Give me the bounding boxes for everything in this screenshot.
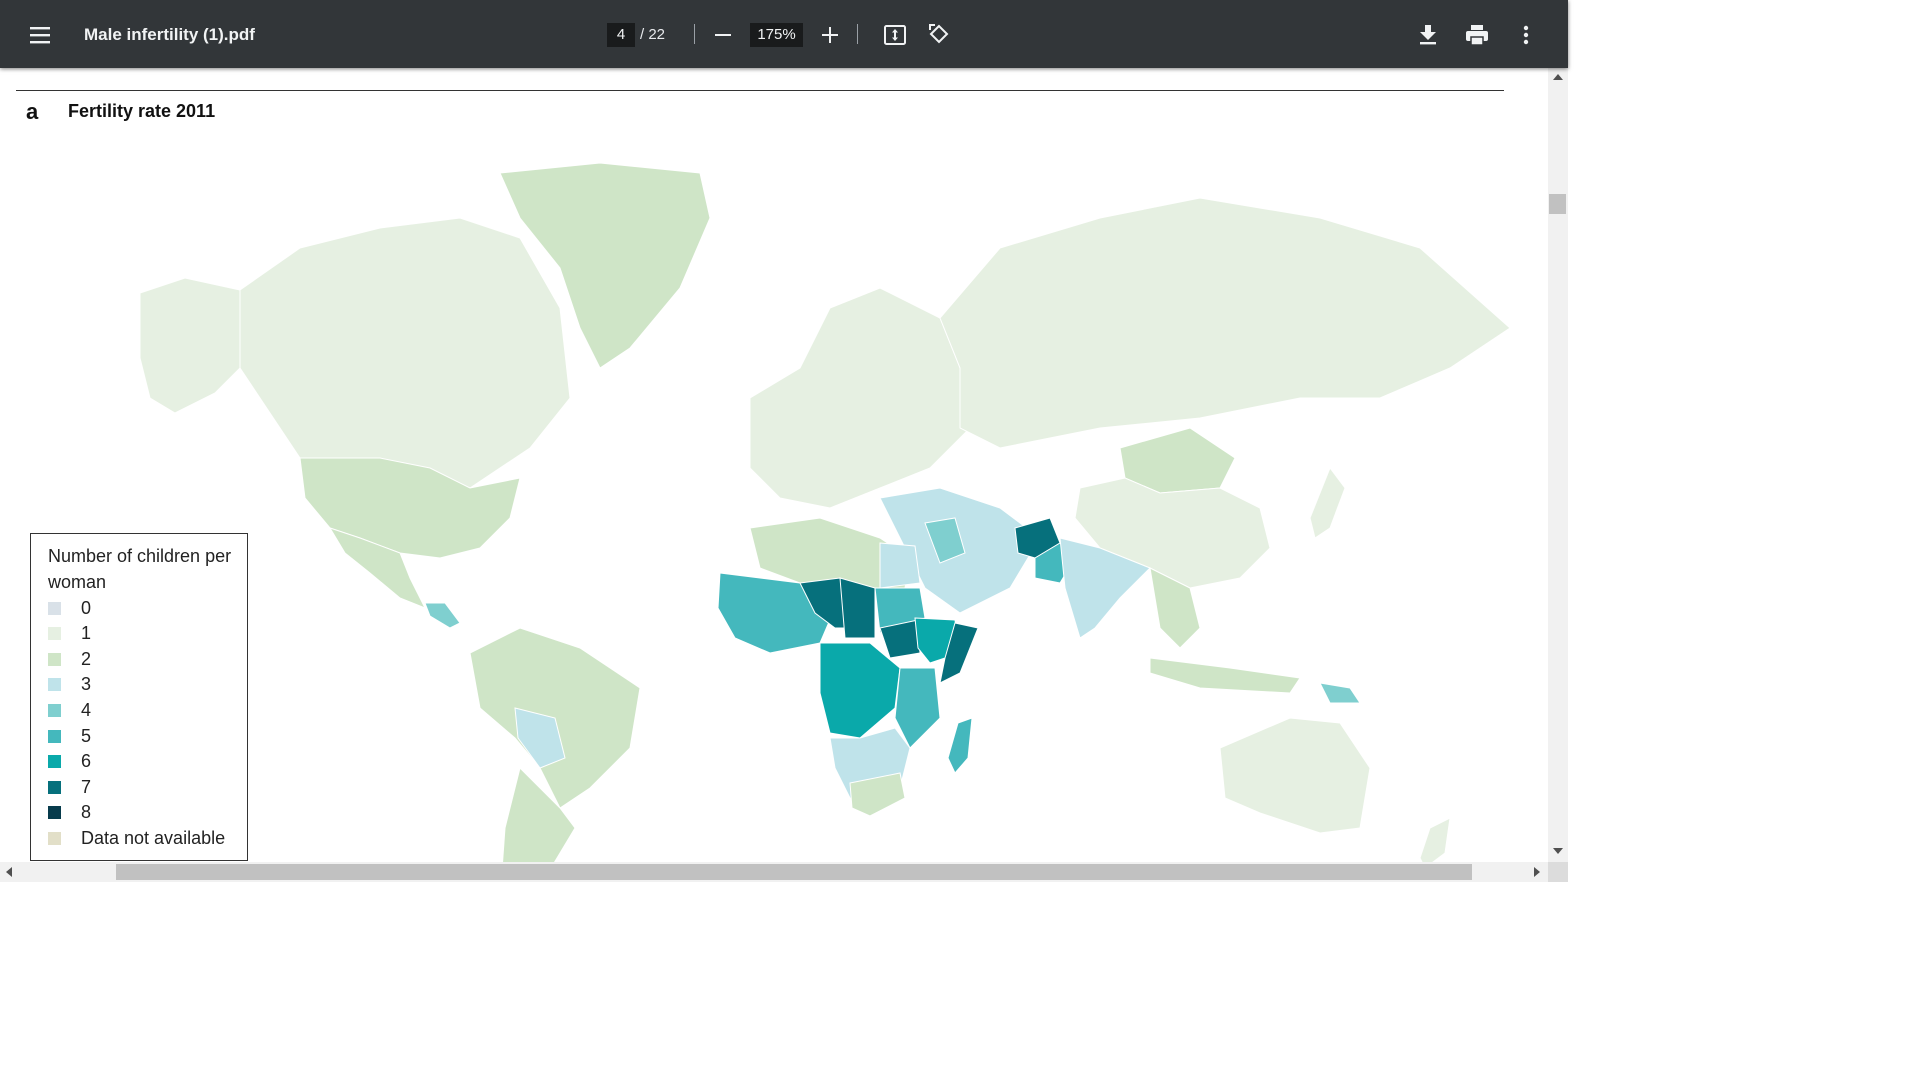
more-vert-icon xyxy=(1523,25,1529,45)
horizontal-scrollbar[interactable] xyxy=(0,862,1548,882)
legend-swatch xyxy=(48,703,61,717)
legend-label: 2 xyxy=(81,648,92,669)
legend-swatch xyxy=(48,780,61,794)
legend-label: 8 xyxy=(81,802,92,823)
legend-label: 0 xyxy=(81,597,92,618)
region-indonesia xyxy=(1149,657,1301,694)
legend-swatch xyxy=(48,601,61,615)
region-central-america xyxy=(424,602,461,629)
print-icon xyxy=(1466,25,1488,45)
rotate-button[interactable] xyxy=(925,21,953,49)
zoom-in-button[interactable] xyxy=(817,22,843,48)
minus-icon xyxy=(715,34,731,36)
zoom-out-button[interactable] xyxy=(710,22,736,48)
scroll-left-arrow-icon[interactable] xyxy=(6,867,12,877)
legend-item: 0 xyxy=(48,596,91,620)
hamburger-menu-icon[interactable] xyxy=(26,20,56,50)
region-papua xyxy=(1319,682,1361,704)
more-options-button[interactable] xyxy=(1514,21,1538,49)
region-chad xyxy=(839,577,876,639)
legend-title: Number of children per woman xyxy=(48,546,232,592)
legend-item: 7 xyxy=(48,775,91,799)
legend-item: Data not available xyxy=(48,826,225,850)
legend-item: 6 xyxy=(48,750,91,774)
pdf-toolbar: Male infertility (1).pdf 4 / 22 175% xyxy=(0,0,1568,68)
legend-label: 3 xyxy=(81,674,92,695)
horizontal-scroll-thumb[interactable] xyxy=(116,864,1472,880)
legend-label: 6 xyxy=(81,751,92,772)
scroll-up-arrow-icon[interactable] xyxy=(1553,74,1563,80)
region-new-zealand xyxy=(1419,817,1451,862)
page-total: / 22 xyxy=(640,26,666,43)
download-button[interactable] xyxy=(1414,21,1442,49)
rotate-counterclockwise-icon xyxy=(929,24,949,44)
legend-swatch xyxy=(48,678,61,692)
legend-item: 8 xyxy=(48,801,91,825)
document-title: Male infertility (1).pdf xyxy=(84,25,255,44)
region-australia xyxy=(1219,717,1371,834)
legend-label: 5 xyxy=(81,725,92,746)
legend-item: 4 xyxy=(48,698,91,722)
region-europe xyxy=(749,287,971,509)
region-egypt xyxy=(879,542,921,589)
legend-swatch xyxy=(48,755,61,769)
plus-icon xyxy=(822,27,838,43)
zoom-level-input[interactable]: 175% xyxy=(750,23,803,47)
legend-label: Data not available xyxy=(81,827,226,848)
region-madagascar xyxy=(947,717,973,774)
legend-swatch xyxy=(48,652,61,666)
legend-item: 2 xyxy=(48,647,91,671)
legend-item: 3 xyxy=(48,673,91,697)
map-legend: Number of children per woman 0 1 2 3 4 5 6 7 8 Da… xyxy=(30,533,248,861)
legend-label: 1 xyxy=(81,623,92,644)
toolbar-divider xyxy=(694,24,695,44)
legend-item: 1 xyxy=(48,622,91,646)
scroll-right-arrow-icon[interactable] xyxy=(1534,867,1540,877)
legend-swatch xyxy=(48,729,61,743)
page-number-input[interactable]: 4 xyxy=(607,23,635,47)
region-russia xyxy=(939,197,1511,449)
fit-to-page-icon xyxy=(884,25,906,45)
region-japan xyxy=(1309,466,1346,539)
vertical-scroll-thumb[interactable] xyxy=(1549,194,1566,214)
legend-swatch xyxy=(48,831,61,845)
print-button[interactable] xyxy=(1462,21,1492,49)
legend-label: 4 xyxy=(81,699,92,720)
toolbar-divider xyxy=(857,24,858,44)
vertical-scrollbar[interactable] xyxy=(1548,68,1568,862)
pdf-page-view[interactable]: a Fertility rate 2011 Number of children… xyxy=(0,68,1548,862)
region-east-africa xyxy=(894,667,941,749)
legend-swatch xyxy=(48,627,61,641)
region-canada xyxy=(239,217,571,489)
scrollbar-corner xyxy=(1548,862,1568,882)
region-alaska xyxy=(139,277,241,414)
page-rule xyxy=(16,90,1504,91)
fit-to-page-button[interactable] xyxy=(881,21,909,49)
legend-item: 5 xyxy=(48,724,91,748)
legend-swatch xyxy=(48,806,61,820)
download-icon xyxy=(1420,25,1436,45)
region-central-africa xyxy=(819,642,901,739)
scroll-down-arrow-icon[interactable] xyxy=(1553,848,1563,854)
legend-label: 7 xyxy=(81,776,92,797)
